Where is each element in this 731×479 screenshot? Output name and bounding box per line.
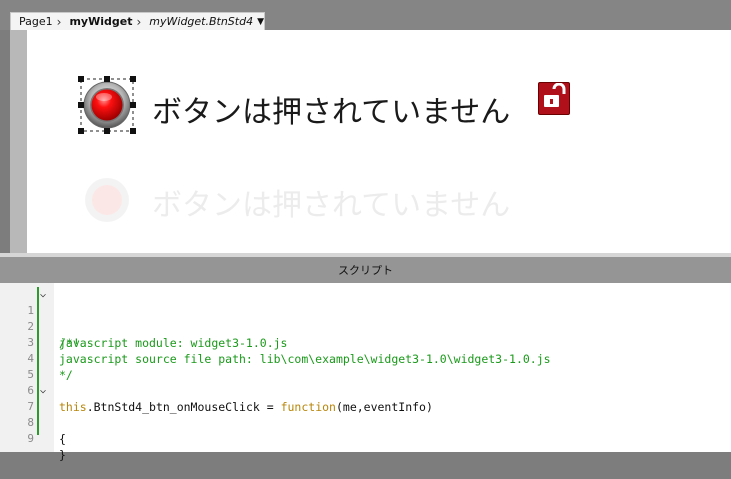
selection-handle[interactable]	[130, 128, 136, 134]
code-line[interactable]: 6 this.BtnStd4_btn_onMouseClick = functi…	[0, 367, 731, 414]
selection-handle[interactable]	[130, 102, 136, 108]
breadcrumb-page[interactable]: Page1	[11, 15, 57, 28]
ghost-status-label: ボタンは押されていません	[152, 188, 511, 223]
breadcrumb-widget[interactable]: myWidget	[61, 15, 136, 28]
btnstd4-widget[interactable]	[78, 76, 136, 134]
red-round-button-icon	[80, 78, 134, 132]
dropdown-arrow-icon[interactable]: ▼	[257, 17, 264, 27]
code-line[interactable]: 4 */	[0, 335, 731, 382]
code-editor[interactable]: 1 ⌵ /*! 2 javascript module: widget3-1.0…	[0, 283, 731, 462]
ghost-button-icon	[83, 176, 131, 224]
code-line[interactable]: 8	[0, 399, 731, 429]
breadcrumb: Page1 › myWidget › myWidget.BtnStd4 ▼	[10, 12, 265, 30]
code-line[interactable]: 1 ⌵ /*!	[0, 287, 731, 350]
selection-handle[interactable]	[104, 128, 110, 134]
selection-handle[interactable]	[104, 76, 110, 82]
canvas-ruler	[10, 30, 27, 253]
code-lines[interactable]: 1 ⌵ /*! 2 javascript module: widget3-1.0…	[0, 287, 731, 462]
code-text: {	[59, 432, 66, 446]
selection-handle[interactable]	[78, 102, 84, 108]
chevron-down-icon[interactable]: ⌵	[40, 383, 52, 399]
breadcrumb-component[interactable]: myWidget.BtnStd4	[141, 15, 257, 28]
selection-handle[interactable]	[78, 76, 84, 82]
design-canvas[interactable]: ボタンは押されていません ボタンは押されていません	[27, 30, 731, 253]
selection-handle[interactable]	[78, 128, 84, 134]
code-line[interactable]: 5	[0, 351, 731, 381]
selection-handle[interactable]	[130, 76, 136, 82]
script-panel-title: スクリプト	[338, 264, 393, 277]
code-line[interactable]: 7 ⌵ {	[0, 383, 731, 446]
line-number: 9	[27, 432, 34, 445]
button-status-label[interactable]: ボタンは押されていません	[152, 87, 510, 131]
code-line[interactable]: 2 javascript module: widget3-1.0.js	[0, 303, 731, 350]
chevron-down-icon[interactable]: ⌵	[40, 287, 52, 303]
code-line[interactable]: 9 }	[0, 415, 731, 462]
code-text: }	[59, 448, 66, 462]
code-line[interactable]: 3 javascript source file path: lib\com\e…	[0, 319, 731, 366]
unlocked-padlock-icon[interactable]	[538, 82, 570, 115]
script-panel-header: スクリプト	[0, 253, 731, 283]
